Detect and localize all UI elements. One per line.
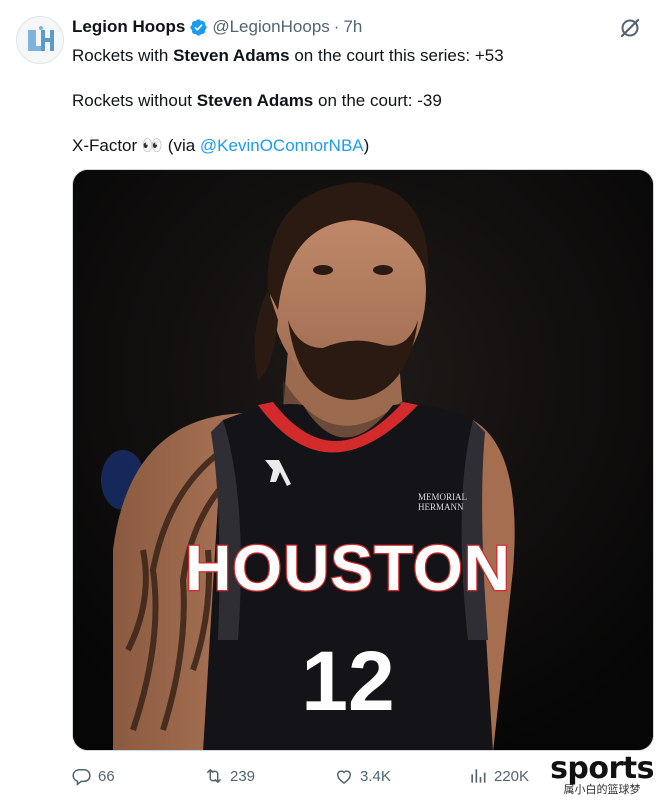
- reply-icon: [72, 769, 91, 786]
- watermark-main: sports: [550, 751, 654, 786]
- tweet: Legion Hoops @LegionHoops · 7h Rockets w…: [0, 0, 668, 804]
- legion-hoops-logo-icon: [17, 17, 63, 63]
- watermark-sub: 属小白的篮球梦: [563, 784, 641, 796]
- patch-text-1: MEMORIAL: [418, 492, 467, 502]
- watermark: sports 属小白的篮球梦: [550, 754, 654, 796]
- text-bold: Steven Adams: [196, 91, 314, 110]
- tweet-media-photo[interactable]: MEMORIAL HERMANN HOUSTON 12: [72, 169, 654, 751]
- text-segment: Rockets without: [72, 91, 197, 110]
- reply-button[interactable]: 66: [72, 762, 115, 790]
- views-button[interactable]: 220K: [468, 762, 529, 790]
- like-button[interactable]: 3.4K: [334, 762, 391, 790]
- display-name[interactable]: Legion Hoops: [72, 17, 185, 37]
- tweet-text-line-2: Rockets without Steven Adams on the cour…: [72, 89, 442, 113]
- tweet-content: Legion Hoops @LegionHoops · 7h Rockets w…: [72, 14, 654, 155]
- text-segment: X-Factor 👀 (via: [72, 136, 200, 155]
- handle[interactable]: @LegionHoops: [212, 17, 329, 37]
- text-segment: Rockets with: [72, 46, 174, 65]
- tweet-header: Legion Hoops @LegionHoops · 7h: [72, 14, 654, 40]
- tweet-text-line-3: X-Factor 👀 (via @KevinOConnorNBA): [72, 134, 369, 158]
- retweet-button[interactable]: 239: [204, 762, 255, 790]
- text-segment: ): [363, 136, 370, 155]
- jersey-number: 12: [301, 634, 394, 728]
- text-segment: on the court: -39: [313, 91, 442, 110]
- text-bold: Steven Adams: [173, 46, 290, 65]
- player-photo: MEMORIAL HERMANN HOUSTON 12: [73, 170, 653, 750]
- timestamp[interactable]: 7h: [343, 17, 362, 37]
- reply-count: 66: [98, 767, 115, 785]
- patch-text-2: HERMANN: [418, 502, 464, 512]
- separator-dot: ·: [333, 17, 340, 36]
- mention-link[interactable]: @KevinOConnorNBA: [200, 136, 364, 155]
- views-icon: [471, 769, 486, 783]
- views-count: 220K: [494, 767, 530, 785]
- avatar[interactable]: [16, 16, 64, 64]
- like-count: 3.4K: [360, 767, 391, 785]
- tweet-text-line-1: Rockets with Steven Adams on the court t…: [72, 44, 504, 68]
- verified-badge-icon: [190, 18, 207, 36]
- text-segment: on the court this series: +53: [289, 46, 504, 65]
- grok-icon[interactable]: [618, 16, 642, 40]
- heart-icon: [336, 770, 352, 784]
- jersey-team-name: HOUSTON: [185, 532, 511, 604]
- retweet-icon: [207, 769, 221, 783]
- retweet-count: 239: [230, 767, 256, 785]
